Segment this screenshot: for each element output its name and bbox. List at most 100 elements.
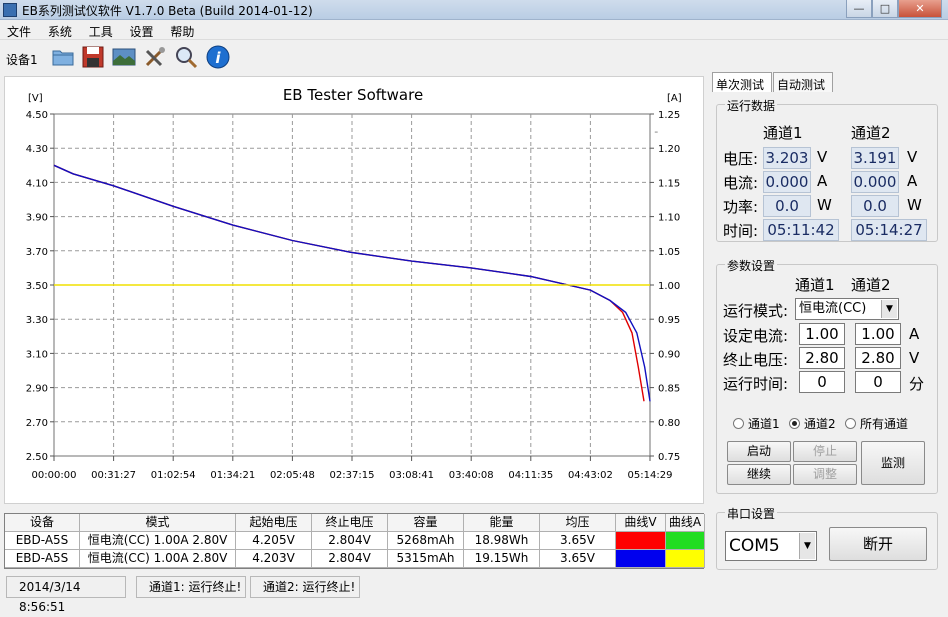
- maximize-button[interactable]: □: [872, 0, 898, 18]
- magnifier-icon[interactable]: [173, 44, 199, 70]
- minimize-button[interactable]: —: [846, 0, 872, 18]
- save-disk-icon[interactable]: [80, 44, 106, 70]
- radio-ch1-dot[interactable]: [733, 418, 744, 429]
- table-cell: 2.804V: [312, 532, 388, 550]
- y-left-tick-label: 2.90: [26, 384, 48, 395]
- radio-ch1[interactable]: 通道1: [733, 415, 780, 432]
- menu-help[interactable]: 帮助: [163, 20, 200, 40]
- voltage-chart[interactable]: EB Tester Software [V] [A] - ZKETech - 4…: [5, 77, 703, 503]
- y-right-tick-label: 0.85: [658, 384, 680, 395]
- tab-single-test[interactable]: 单次测试: [712, 72, 772, 92]
- ch2-current-unit: A: [907, 172, 918, 190]
- x-tick-label: 00:00:00: [32, 470, 77, 481]
- table-cell: 19.15Wh: [464, 550, 540, 568]
- x-tick-label: 05:14:29: [628, 470, 673, 481]
- end-voltage-label: 终止电压:: [723, 351, 789, 369]
- chevron-down-icon[interactable]: ▼: [881, 300, 897, 318]
- x-tick-label: 02:37:15: [330, 470, 375, 481]
- params-ch1-header: 通道1: [795, 276, 835, 294]
- info-icon[interactable]: i: [205, 44, 231, 70]
- com-port-select[interactable]: COM5 ▼: [725, 531, 817, 561]
- mode-label: 运行模式:: [723, 302, 789, 320]
- serial-legend: 串口设置: [725, 505, 778, 522]
- radio-all-dot[interactable]: [845, 418, 856, 429]
- y-left-tick-label: 4.10: [26, 178, 48, 189]
- runtime-ch2-header: 通道2: [851, 124, 891, 142]
- x-tick-label: 01:02:54: [151, 470, 196, 481]
- adjust-button[interactable]: 调整: [793, 464, 857, 485]
- ch1-end-voltage-input[interactable]: 2.80: [799, 347, 845, 369]
- com-port-value: COM5: [729, 536, 780, 556]
- radio-all[interactable]: 所有通道: [845, 415, 908, 432]
- y-right-tick-label: 0.75: [658, 452, 680, 463]
- table-row: EBD-A5S 恒电流(CC) 1.00A 2.80V 4.203V 2.804V 53…: [5, 550, 705, 568]
- y-right-tick-label: 0.95: [658, 315, 680, 326]
- runtime-group: 运行数据 通道1 通道2 电压: 3.203 V 3.191 V 电流: 0.0…: [716, 97, 938, 242]
- table-cell: 恒电流(CC) 1.00A 2.80V: [80, 532, 236, 550]
- menu-file[interactable]: 文件: [0, 20, 37, 40]
- start-button[interactable]: 启动: [727, 441, 791, 462]
- monitor-button[interactable]: 监测: [861, 441, 925, 485]
- continue-button[interactable]: 继续: [727, 464, 791, 485]
- ch2-set-current-input[interactable]: 1.00: [855, 323, 901, 345]
- close-button[interactable]: ✕: [898, 0, 942, 18]
- ch1-run-time-input[interactable]: 0: [799, 371, 845, 393]
- table-cell: 容量: [388, 514, 464, 532]
- y-left-tick-label: 3.10: [26, 349, 48, 360]
- ch2-voltage-unit: V: [907, 148, 918, 166]
- y-right-unit: [A]: [667, 93, 682, 104]
- table-cell: 恒电流(CC) 1.00A 2.80V: [80, 550, 236, 568]
- ch1-voltage-value: 3.203: [763, 147, 811, 169]
- y-right-tick-label: 1.10: [658, 213, 680, 224]
- device-selector[interactable]: 设备1: [6, 51, 38, 68]
- x-tick-label: 04:11:35: [508, 470, 553, 481]
- radio-ch2[interactable]: 通道2: [789, 415, 836, 432]
- y-right-tick-label: 0.90: [658, 349, 680, 360]
- chart-panel: EB Tester Software [V] [A] - ZKETech - 4…: [4, 76, 704, 504]
- results-table: 设备 模式 起始电压 终止电压 容量 能量 均压 曲线V 曲线A EBD-A5S 恒电流(CC) 1…: [4, 513, 705, 569]
- curve-color-swatch: [616, 532, 666, 550]
- y-right-tick-label: 1.25: [658, 110, 680, 121]
- window-title: EB系列测试仪软件 V1.7.0 Beta (Build 2014-01-12): [22, 4, 313, 18]
- app-icon: [3, 3, 17, 17]
- table-cell: 18.98Wh: [464, 532, 540, 550]
- ch2-run-time-input[interactable]: 0: [855, 371, 901, 393]
- menu-bar: 文件 系统 工具 设置 帮助: [0, 20, 948, 40]
- table-cell: 曲线V: [616, 514, 666, 532]
- disconnect-button[interactable]: 断开: [829, 527, 927, 561]
- chevron-down-icon[interactable]: ▼: [799, 533, 815, 559]
- menu-system[interactable]: 系统: [41, 20, 78, 40]
- tab-auto-test[interactable]: 自动测试: [773, 72, 833, 92]
- y-left-tick-label: 2.70: [26, 418, 48, 429]
- table-cell: 3.65V: [540, 532, 616, 550]
- curve-color-swatch: [616, 550, 666, 568]
- x-tick-label: 02:05:48: [270, 470, 315, 481]
- params-group: 参数设置 通道1 通道2 运行模式: 恒电流(CC) ▼ 设定电流: 1.00 …: [716, 257, 938, 494]
- status-datetime: 2014/3/14 8:56:51: [6, 576, 126, 614]
- menu-settings[interactable]: 设置: [123, 20, 160, 40]
- y-left-tick-label: 3.70: [26, 247, 48, 258]
- current-label: 电流:: [723, 174, 759, 192]
- tools-icon[interactable]: [142, 44, 168, 70]
- power-label: 功率:: [723, 198, 759, 216]
- x-tick-label: 01:34:21: [210, 470, 255, 481]
- image-icon[interactable]: [111, 44, 137, 70]
- menu-tools[interactable]: 工具: [82, 20, 119, 40]
- stop-button[interactable]: 停止: [793, 441, 857, 462]
- x-tick-label: 04:43:02: [568, 470, 613, 481]
- y-right-tick-label: 0.80: [658, 418, 680, 429]
- table-cell: 3.65V: [540, 550, 616, 568]
- params-legend: 参数设置: [725, 257, 778, 274]
- open-folder-icon[interactable]: [50, 44, 76, 70]
- run-time-unit: 分: [909, 375, 925, 393]
- curve-color-swatch: [666, 550, 705, 568]
- table-header-row: 设备 模式 起始电压 终止电压 容量 能量 均压 曲线V 曲线A: [5, 514, 705, 532]
- ch1-set-current-input[interactable]: 1.00: [799, 323, 845, 345]
- ch2-time-value: 05:14:27: [851, 219, 927, 241]
- x-tick-label: 00:31:27: [91, 470, 136, 481]
- ch2-end-voltage-input[interactable]: 2.80: [855, 347, 901, 369]
- y-left-unit: [V]: [28, 93, 43, 104]
- radio-ch2-dot[interactable]: [789, 418, 800, 429]
- time-label: 时间:: [723, 222, 759, 240]
- mode-select[interactable]: 恒电流(CC) ▼: [795, 298, 899, 320]
